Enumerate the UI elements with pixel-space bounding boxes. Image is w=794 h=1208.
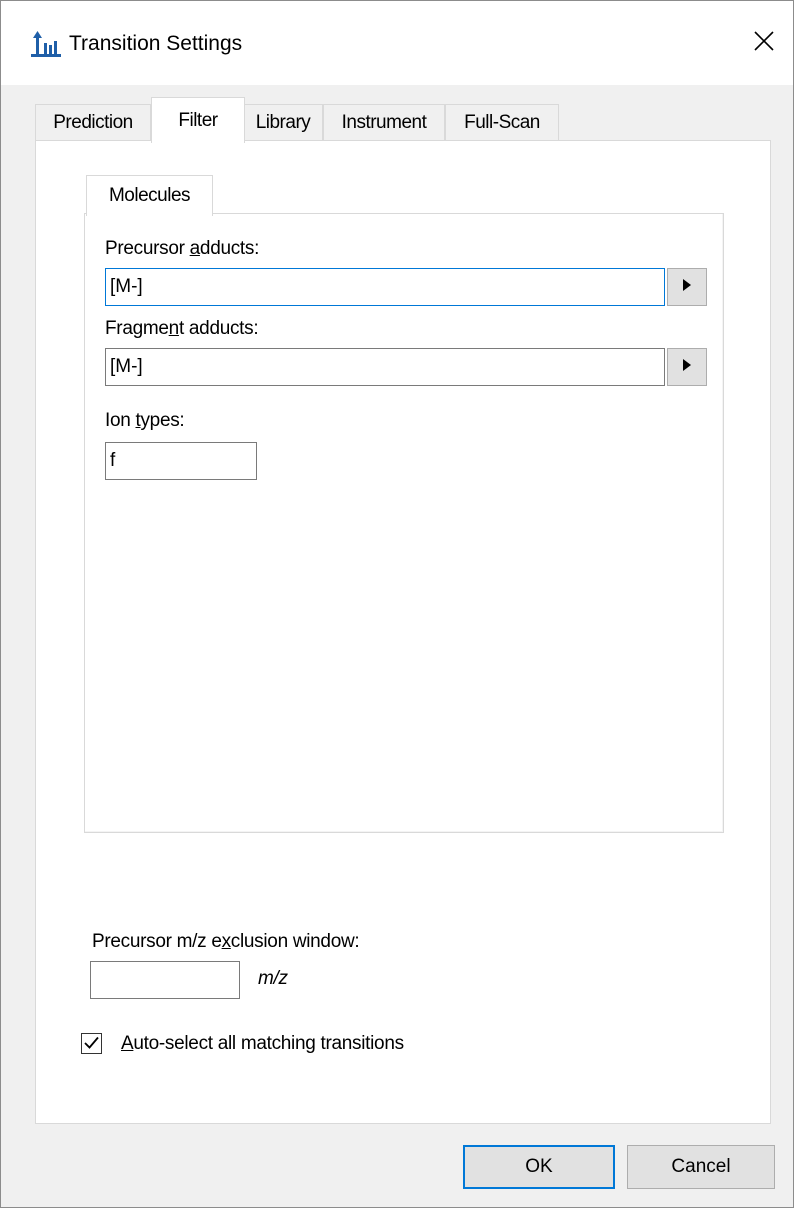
checkmark-icon xyxy=(84,1033,99,1055)
tab-library[interactable]: Library xyxy=(243,104,323,141)
right-arrow-icon xyxy=(682,276,692,298)
tab-filter[interactable]: Filter xyxy=(151,97,245,143)
subtab-molecules[interactable]: Molecules xyxy=(86,175,213,216)
precursor-adducts-menu-button[interactable] xyxy=(667,268,707,306)
transition-settings-dialog: Transition Settings Prediction Filter Li… xyxy=(0,0,794,1208)
precursor-adducts-input[interactable] xyxy=(105,268,665,306)
auto-select-label[interactable]: Auto-select all matching transitions xyxy=(121,1033,404,1055)
ion-types-input[interactable] xyxy=(105,442,257,480)
molecules-panel: Precursor adducts: Fragment adducts: Ion… xyxy=(84,213,724,833)
precursor-adducts-label: Precursor adducts: xyxy=(105,238,260,259)
fragment-adducts-menu-button[interactable] xyxy=(667,348,707,386)
auto-select-checkbox[interactable] xyxy=(81,1033,102,1054)
filter-tab-panel: Molecules Precursor adducts: Fragment ad… xyxy=(35,140,771,1124)
tab-prediction[interactable]: Prediction xyxy=(35,104,151,141)
ok-button[interactable]: OK xyxy=(463,1145,615,1189)
window-title: Transition Settings xyxy=(69,32,243,55)
close-icon xyxy=(754,31,774,57)
tab-instrument[interactable]: Instrument xyxy=(323,104,445,141)
exclusion-window-unit: m/z xyxy=(258,968,288,989)
ion-types-label: Ion types: xyxy=(105,410,185,431)
fragment-adducts-label: Fragment adducts: xyxy=(105,318,259,339)
tab-full-scan[interactable]: Full-Scan xyxy=(445,104,559,141)
exclusion-window-label: Precursor m/z exclusion window: xyxy=(92,931,360,952)
exclusion-window-input[interactable] xyxy=(90,961,240,999)
right-arrow-icon xyxy=(682,356,692,378)
skyline-app-icon xyxy=(31,31,61,57)
fragment-adducts-input[interactable] xyxy=(105,348,665,386)
cancel-button[interactable]: Cancel xyxy=(627,1145,775,1189)
close-button[interactable] xyxy=(735,17,793,71)
title-bar: Transition Settings xyxy=(1,1,793,85)
